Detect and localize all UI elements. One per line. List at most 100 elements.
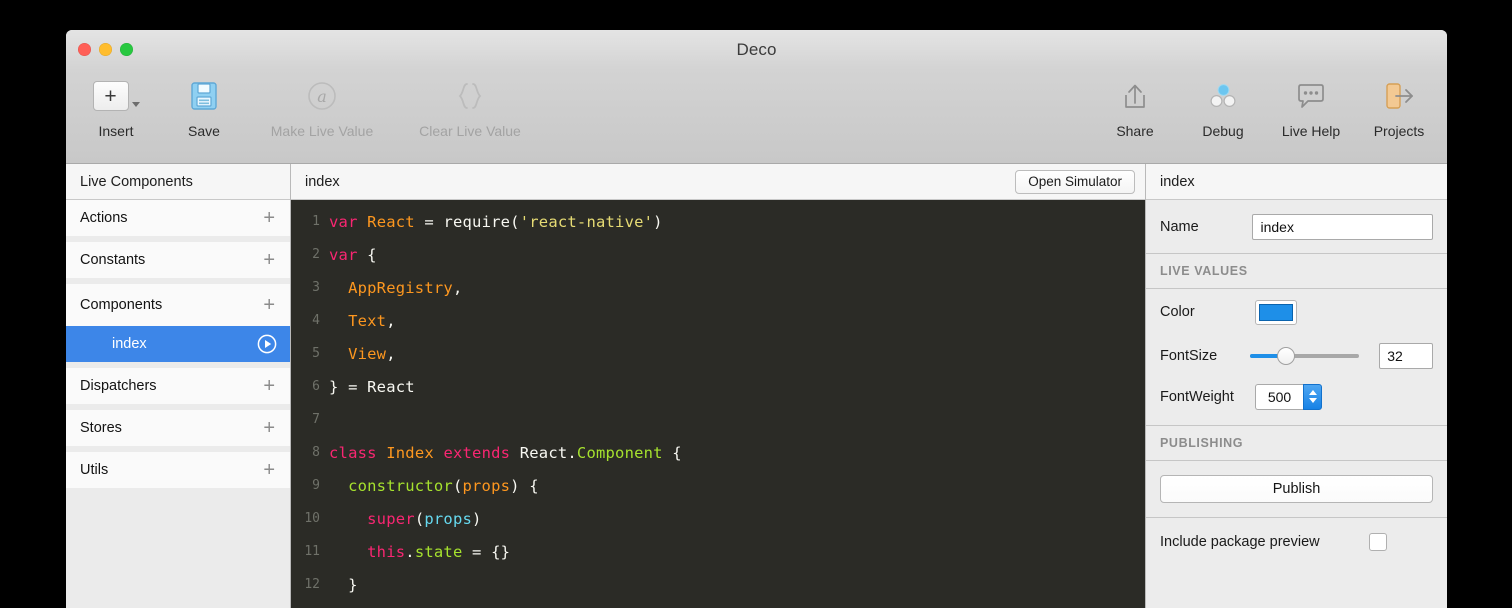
play-circle-icon[interactable] (257, 334, 277, 354)
line-number: 6 (312, 379, 320, 394)
code-token: } = React (329, 377, 415, 396)
publish-button[interactable]: Publish (1160, 475, 1433, 503)
code-line: 6 } = React (291, 370, 1145, 403)
curly-braces-icon (453, 76, 487, 116)
code-token: 'react-native' (519, 212, 654, 231)
sidebar-item-actions[interactable]: Actions + (66, 200, 290, 242)
add-util-icon[interactable]: + (263, 460, 277, 480)
name-block: Name index (1146, 200, 1447, 254)
line-number: 4 (312, 313, 320, 328)
slider-knob[interactable] (1276, 346, 1295, 365)
sidebar-item-stores[interactable]: Stores + (66, 410, 290, 452)
code-token: { (357, 245, 377, 264)
name-label: Name (1160, 218, 1199, 235)
code-token: } (329, 575, 358, 594)
add-dispatcher-icon[interactable]: + (263, 376, 277, 396)
code-token: , (386, 311, 396, 330)
window-title: Deco (736, 40, 777, 59)
chevron-down-icon[interactable] (1308, 398, 1317, 403)
door-exit-icon (1382, 76, 1416, 116)
insert-button[interactable]: + Insert (72, 70, 160, 139)
chevron-up-icon[interactable] (1308, 390, 1317, 395)
sidebar-item-label: Utils (80, 462, 109, 478)
color-label: Color (1160, 304, 1195, 320)
projects-label: Projects (1373, 123, 1425, 139)
sidebar-item-utils[interactable]: Utils + (66, 452, 290, 494)
code-token: Text (348, 311, 387, 330)
code-token: React (367, 212, 415, 231)
add-store-icon[interactable]: + (263, 418, 277, 438)
line-number: 5 (312, 346, 320, 361)
save-button[interactable]: Save (160, 70, 248, 139)
add-action-icon[interactable]: + (263, 208, 277, 228)
code-token: var (329, 245, 358, 264)
code-token: React. (519, 443, 577, 462)
clear-live-value-label: Clear Live Value (419, 123, 521, 139)
projects-button[interactable]: Projects (1355, 70, 1443, 139)
fontweight-row: FontWeight 500 (1146, 376, 1447, 417)
fontsize-field[interactable]: 32 (1379, 342, 1433, 369)
live-values-heading: LIVE VALUES (1160, 264, 1248, 278)
debug-button[interactable]: Debug (1179, 70, 1267, 139)
make-live-value-button[interactable]: a Make Live Value (248, 70, 396, 139)
open-simulator-button[interactable]: Open Simulator (1015, 169, 1135, 194)
code-line-text: this.state = {} (329, 543, 510, 561)
color-swatch[interactable] (1255, 299, 1297, 325)
line-number: 10 (304, 511, 320, 526)
chevron-down-icon[interactable] (131, 102, 140, 107)
code-token: require (443, 212, 511, 231)
code-line: 3 AppRegistry, (291, 271, 1145, 304)
code-token: ( (510, 212, 520, 231)
fontweight-label: FontWeight (1160, 388, 1234, 405)
code-line: 1 var React = require('react-native') (291, 205, 1145, 238)
add-constant-icon[interactable]: + (263, 250, 277, 270)
code-token: = (414, 212, 444, 231)
live-help-button[interactable]: Live Help (1267, 70, 1355, 139)
sidebar-item-components[interactable]: Components + (66, 284, 290, 326)
publishing-heading-block: PUBLISHING (1146, 426, 1447, 461)
code-line-text: AppRegistry, (329, 279, 462, 297)
code-line: 10 super(props) (291, 502, 1145, 535)
code-token: ) (472, 509, 482, 528)
code-token: state (414, 542, 463, 561)
code-token: . (405, 542, 415, 561)
stepper-arrows-icon[interactable] (1303, 383, 1322, 410)
live-help-label: Live Help (1281, 123, 1341, 139)
code-line-text: View, (329, 345, 396, 363)
fontsize-slider[interactable] (1249, 346, 1360, 366)
debug-label: Debug (1202, 123, 1244, 139)
sidebar-item-dispatchers[interactable]: Dispatchers + (66, 368, 290, 410)
code-line: 2 var { (291, 238, 1145, 271)
color-row: Color (1146, 289, 1447, 335)
code-token: = {} (462, 542, 511, 561)
code-token: ) { (510, 476, 539, 495)
add-component-icon[interactable]: + (263, 295, 277, 315)
code-line: 12 } (291, 568, 1145, 601)
include-package-preview-row: Include package preview (1146, 518, 1447, 566)
code-text-area[interactable]: 1 var React = require('react-native') 2 var… (291, 200, 1145, 608)
code-token: extends (443, 443, 511, 462)
clear-live-value-button[interactable]: Clear Live Value (396, 70, 544, 139)
include-package-preview-checkbox[interactable] (1369, 533, 1387, 551)
line-number: 7 (312, 412, 320, 427)
line-number: 11 (304, 544, 320, 559)
circled-a-icon: a (305, 76, 339, 116)
share-button[interactable]: Share (1091, 70, 1179, 139)
name-field[interactable]: index (1252, 213, 1433, 240)
share-label: Share (1116, 123, 1154, 139)
fontweight-stepper[interactable]: 500 (1255, 383, 1322, 410)
svg-text:a: a (317, 87, 327, 106)
code-token: { (662, 443, 682, 462)
sidebar-item-index[interactable]: index (66, 326, 290, 368)
code-line-text: } = React (329, 378, 415, 396)
tab-index[interactable]: index (305, 174, 340, 190)
share-upload-icon (1118, 76, 1152, 116)
fontweight-value[interactable]: 500 (1255, 383, 1303, 410)
line-number: 2 (312, 247, 320, 262)
fontsize-row: FontSize 32 (1146, 335, 1447, 376)
sidebar-item-constants[interactable]: Constants + (66, 242, 290, 284)
live-components-sidebar: Live Components Actions + Constants + Co… (66, 164, 291, 608)
